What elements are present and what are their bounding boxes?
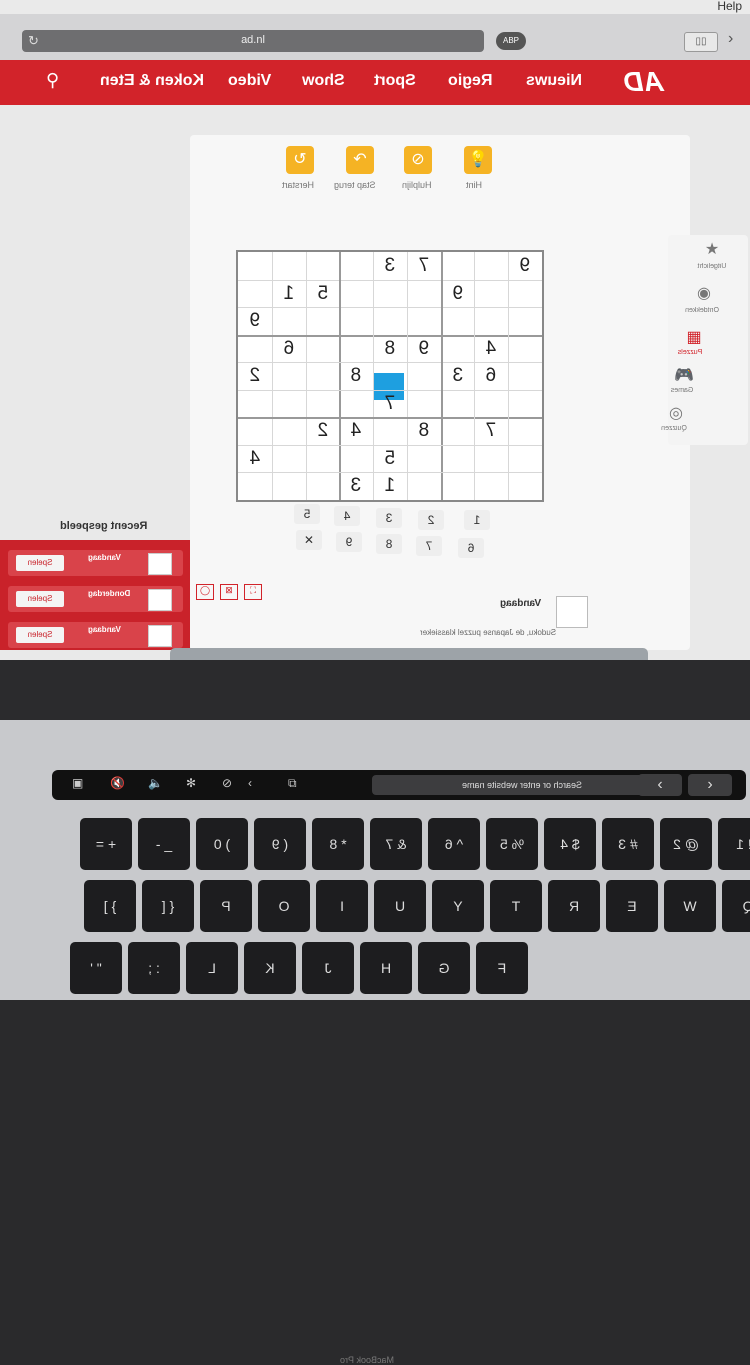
keyboard-key: F [476, 942, 528, 994]
keyboard-key: U [374, 880, 426, 932]
keyboard-key: K [244, 942, 296, 994]
keyboard-key: J [302, 942, 354, 994]
keyboard-key: E [606, 880, 658, 932]
keyboard-key: Y [432, 880, 484, 932]
keyboard-key: _ - [138, 818, 190, 870]
keyboard-key: W [664, 880, 716, 932]
keyboard-key: % 5 [486, 818, 538, 870]
keyboard-key: ^ 6 [428, 818, 480, 870]
keyboard-key: Q [722, 880, 750, 932]
keyboard-key: O [258, 880, 310, 932]
keyboard-key: G [418, 942, 470, 994]
keyboard-key: * 8 [312, 818, 364, 870]
keyboard-key: " ' [70, 942, 122, 994]
keyboard-key: : ; [128, 942, 180, 994]
keyboard: + =_ -) 0( 9* 8& 7^ 6% 5$ 4# 3@ 2! 1 } ]{… [0, 0, 750, 1000]
keyboard-key: # 3 [602, 818, 654, 870]
keyboard-key: } ] [84, 880, 136, 932]
keyboard-key: ( 9 [254, 818, 306, 870]
model-label: MacBook Pro [340, 1355, 395, 1365]
keyboard-key: R [548, 880, 600, 932]
keyboard-key: { [ [142, 880, 194, 932]
keyboard-key: H [360, 942, 412, 994]
keyboard-key: T [490, 880, 542, 932]
keyboard-key: L [186, 942, 238, 994]
keyboard-key: + = [80, 818, 132, 870]
keyboard-key: ! 1 [718, 818, 750, 870]
keyboard-key: & 7 [370, 818, 422, 870]
keyboard-key: P [200, 880, 252, 932]
keyboard-key: $ 4 [544, 818, 596, 870]
keyboard-key: I [316, 880, 368, 932]
keyboard-key: ) 0 [196, 818, 248, 870]
keyboard-key: @ 2 [660, 818, 712, 870]
